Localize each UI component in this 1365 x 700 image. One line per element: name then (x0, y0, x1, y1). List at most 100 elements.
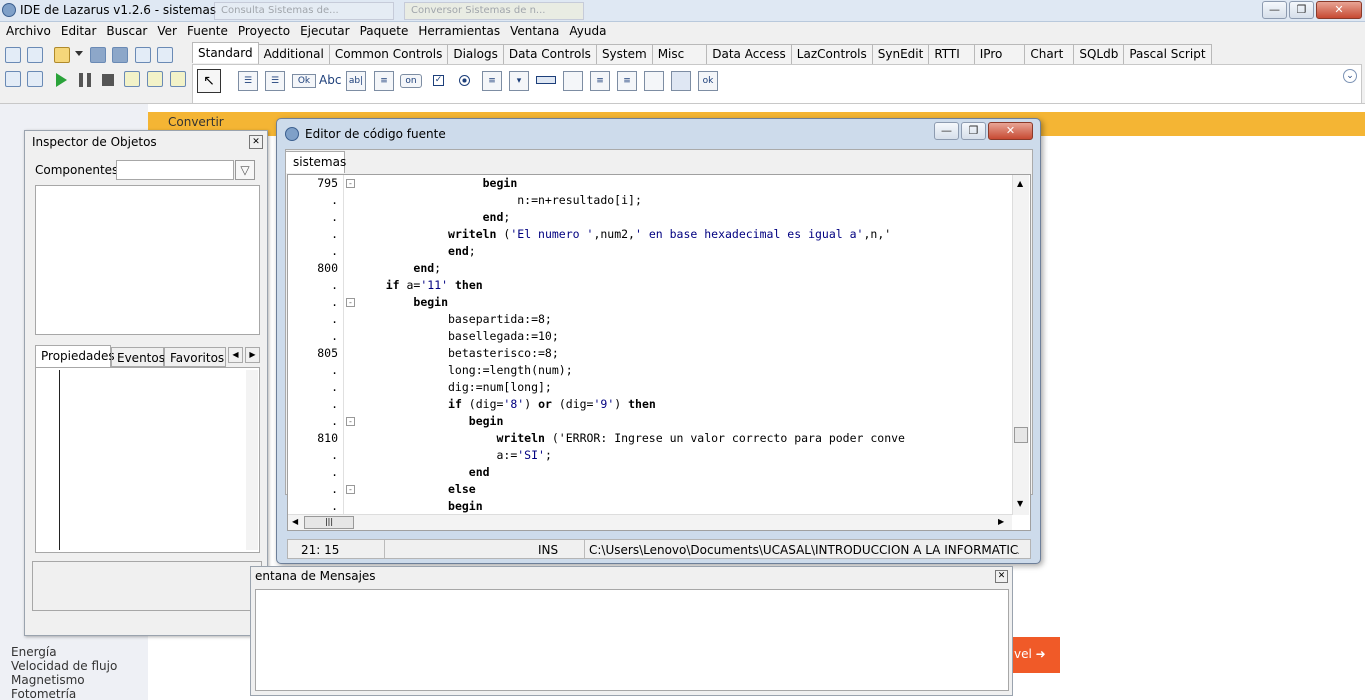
sidebar-item-fotometria[interactable]: Fotometría (11, 687, 76, 700)
toggle-form-icon[interactable] (135, 47, 151, 63)
code-line[interactable]: end; (358, 210, 511, 224)
open-dropdown-icon[interactable] (75, 51, 83, 56)
editor-minimize-button[interactable]: — (934, 122, 959, 140)
editor-maximize-button[interactable]: ❐ (961, 122, 986, 140)
tab-dialogs[interactable]: Dialogs (447, 44, 504, 64)
vertical-scrollbar[interactable]: ▲ ▼ (1012, 175, 1029, 515)
actionlist-icon[interactable]: ok (698, 71, 718, 91)
code-line[interactable]: n:=n+resultado[i]; (358, 193, 642, 207)
new-form-icon[interactable] (27, 47, 43, 63)
properties-scrollbar[interactable] (246, 370, 258, 550)
checkgroup-icon[interactable]: ≡ (617, 71, 637, 91)
memo-icon[interactable]: ≡ (374, 71, 394, 91)
tab-system[interactable]: System (595, 44, 653, 64)
combobox-icon[interactable]: ▾ (509, 71, 529, 91)
tab-rtti[interactable]: RTTI (928, 44, 975, 64)
scroll-up-icon[interactable]: ▲ (1017, 179, 1023, 188)
menu-herramientas[interactable]: Herramientas (412, 22, 504, 38)
groupbox-icon[interactable] (563, 71, 583, 91)
sidebar-item-energia[interactable]: Energía (11, 645, 57, 659)
components-tree[interactable] (35, 185, 260, 335)
step-over-icon[interactable] (147, 71, 163, 87)
tab-misc[interactable]: Misc (651, 44, 708, 64)
menu-ver[interactable]: Ver (151, 22, 181, 38)
inspector-close-icon[interactable]: ✕ (249, 135, 263, 149)
code-line[interactable]: writeln ('El numero ',num2,' en base hex… (358, 227, 891, 241)
close-button[interactable]: ✕ (1316, 1, 1362, 19)
fold-toggle-icon[interactable]: - (346, 417, 355, 426)
fold-toggle-icon[interactable]: - (346, 179, 355, 188)
sidebar-item-magnetismo[interactable]: Magnetismo (11, 673, 85, 687)
horizontal-scroll-thumb[interactable]: ||| (304, 516, 354, 529)
editor-close-button[interactable]: ✕ (988, 122, 1033, 140)
new-unit-icon[interactable] (5, 47, 21, 63)
radiogroup-icon[interactable]: ≡ (590, 71, 610, 91)
pointer-tool-icon[interactable]: ↖ (197, 69, 221, 93)
fold-toggle-icon[interactable]: - (346, 485, 355, 494)
maximize-button[interactable]: ❐ (1289, 1, 1314, 19)
listbox-icon[interactable]: ≡ (482, 71, 502, 91)
scroll-right-icon[interactable]: ▶ (998, 517, 1004, 526)
menu-ayuda[interactable]: Ayuda (563, 22, 610, 38)
messages-list[interactable] (255, 589, 1009, 691)
code-line[interactable]: dig:=num[long]; (358, 380, 552, 394)
expand-palette-icon[interactable]: ⌄ (1343, 69, 1357, 83)
save-all-icon[interactable] (112, 47, 128, 63)
code-line[interactable]: begin (358, 176, 518, 190)
code-line[interactable]: if a='11' then (358, 278, 483, 292)
view-forms-icon[interactable] (5, 71, 21, 87)
scroll-down-icon[interactable]: ▼ (1017, 499, 1023, 508)
code-line[interactable]: a:='SI'; (358, 448, 551, 462)
menu-proyecto[interactable]: Proyecto (232, 22, 294, 38)
tab-sqldb[interactable]: SQLdb (1073, 44, 1125, 64)
view-units-icon[interactable] (157, 47, 173, 63)
label-icon[interactable]: Abc (319, 73, 341, 87)
code-line[interactable]: end; (358, 261, 441, 275)
tab-favoritos[interactable]: Favoritos (164, 347, 226, 367)
file-tab-sistemas[interactable]: sistemas (285, 151, 346, 173)
menu-ventana[interactable]: Ventana (504, 22, 563, 38)
button-icon[interactable]: Ok (292, 74, 316, 88)
tab-common-controls[interactable]: Common Controls (328, 44, 449, 64)
scrollbar-icon[interactable] (536, 76, 556, 84)
code-line[interactable]: basellegada:=10; (358, 329, 559, 343)
scroll-left-icon[interactable]: ◀ (292, 517, 298, 526)
code-line[interactable]: long:=length(num); (358, 363, 573, 377)
tab-chart[interactable]: Chart (1024, 44, 1075, 64)
menu-editar[interactable]: Editar (55, 22, 101, 38)
browser-tab-1[interactable]: Consulta Sistemas de... (214, 2, 394, 20)
website-nav-convertir[interactable]: Convertir (168, 115, 224, 129)
code-line[interactable]: begin (358, 414, 504, 428)
run-icon[interactable] (56, 73, 67, 87)
menu-archivo[interactable]: Archivo (0, 22, 55, 38)
tab-propiedades[interactable]: Propiedades (35, 345, 115, 367)
code-line[interactable]: betasterisco:=8; (358, 346, 559, 360)
step-out-icon[interactable] (170, 71, 186, 87)
tab-lazcontrols[interactable]: LazControls (790, 44, 873, 64)
tab-additional[interactable]: Additional (257, 44, 330, 64)
togglebox-icon[interactable]: on (400, 74, 422, 88)
horizontal-scrollbar[interactable]: ◀ ||| ▶ (288, 514, 1012, 530)
website-ad-button[interactable]: vel ➜ (1010, 637, 1060, 673)
mainmenu-icon[interactable]: ☰ (238, 71, 258, 91)
code-line[interactable]: writeln ('ERROR: Ingrese un valor correc… (358, 431, 905, 445)
code-line[interactable]: if (dig='8') or (dig='9') then (358, 397, 656, 411)
code-line[interactable]: begin (358, 295, 448, 309)
messages-close-icon[interactable]: ✕ (995, 570, 1008, 583)
step-into-icon[interactable] (124, 71, 140, 87)
fold-toggle-icon[interactable]: - (346, 298, 355, 307)
components-filter-input[interactable] (116, 160, 234, 180)
tab-ipro[interactable]: IPro (973, 44, 1026, 64)
save-icon[interactable] (90, 47, 106, 63)
stop-icon[interactable] (102, 74, 114, 86)
tab-eventos[interactable]: Eventos (111, 347, 165, 367)
code-line[interactable]: basepartida:=8; (358, 312, 552, 326)
open-icon[interactable] (54, 47, 70, 63)
tab-standard[interactable]: Standard (192, 42, 259, 63)
vertical-scroll-thumb[interactable] (1014, 427, 1028, 443)
panel-icon[interactable] (644, 71, 664, 91)
pause-icon[interactable] (79, 73, 91, 87)
tab-scroll-left-icon[interactable]: ◀ (228, 347, 243, 363)
tab-pascal-script[interactable]: Pascal Script (1123, 44, 1212, 64)
radiobutton-icon[interactable] (459, 75, 470, 86)
